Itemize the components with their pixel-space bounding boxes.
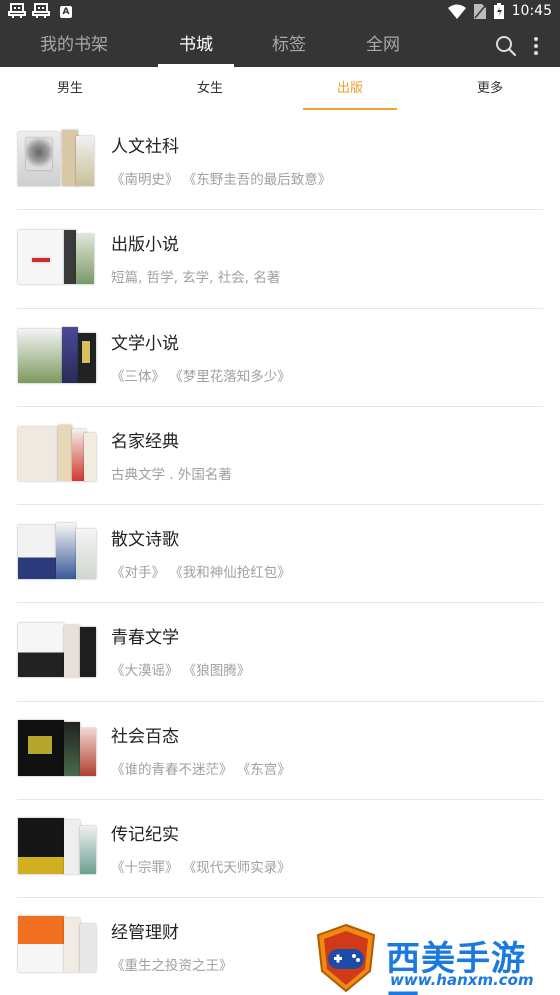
subtab-published[interactable]: 出版 (303, 67, 397, 110)
category-subtitle: 《十宗罪》 《现代天师实录》 (111, 860, 291, 877)
category-subtitle: 《谁的青春不迷茫》 《东宫》 (111, 761, 291, 778)
category-title: 青春文学 (111, 628, 179, 649)
category-tabs: 男生 女生 出版 更多 (0, 67, 560, 112)
category-row-biography[interactable]: 传记纪实 《十宗罪》 《现代天师实录》 (0, 800, 560, 899)
category-row-society[interactable]: 社会百态 《谁的青春不迷茫》 《东宫》 (0, 702, 560, 801)
book-cover-stack (18, 128, 94, 186)
category-subtitle: 古典文学 . 外国名著 (111, 466, 232, 483)
book-cover-stack (18, 325, 96, 383)
category-subtitle: 《大漠谣》 《狼图腾》 (111, 663, 251, 680)
category-title: 出版小说 (111, 235, 179, 256)
category-subtitle: 《对手》 《我和神仙抢红包》 (111, 565, 291, 582)
tab-whole-web[interactable]: 全网 (356, 25, 410, 67)
subtab-male[interactable]: 男生 (23, 67, 117, 110)
category-row-humanities[interactable]: 人文社科 《南明史》 《东野圭吾的最后致意》 (0, 112, 560, 211)
watermark-url: www.hanxm.com (390, 971, 534, 989)
gamepad-shield-icon (314, 923, 378, 993)
category-title: 文学小说 (111, 333, 179, 354)
category-title: 人文社科 (111, 137, 179, 157)
category-list: 人文社科 《南明史》 《东野圭吾的最后致意》 出版小说 短篇, 哲学, 玄学, … (0, 112, 560, 995)
category-row-literary-fiction[interactable]: 文学小说 《三体》 《梦里花落知多少》 (0, 309, 560, 407)
category-subtitle: 《三体》 《梦里花落知多少》 (111, 368, 291, 385)
subtab-female[interactable]: 女生 (163, 67, 257, 110)
watermark-logo: 西美手游网 www.hanxm.com (314, 923, 560, 995)
top-navigation: 我的书架 书城 标签 全网 (0, 25, 560, 67)
category-row-essays-poetry[interactable]: 散文诗歌 《对手》 《我和神仙抢红包》 (0, 505, 560, 604)
status-time: 10:45 (511, 3, 552, 19)
category-title: 传记纪实 (111, 825, 179, 846)
book-cover-stack (18, 423, 96, 481)
sim-icon (473, 3, 486, 19)
ghost-icon (8, 2, 26, 22)
tab-my-bookshelf[interactable]: 我的书架 (30, 25, 118, 67)
category-subtitle: 《南明史》 《东野圭吾的最后致意》 (111, 172, 332, 188)
wifi-icon (447, 4, 466, 19)
category-subtitle: 短篇, 哲学, 玄学, 社会, 名著 (111, 270, 281, 287)
tab-tags[interactable]: 标签 (262, 25, 316, 67)
a-badge-icon: A (60, 6, 72, 18)
book-cover-stack (18, 718, 96, 776)
book-cover-stack (18, 816, 96, 875)
book-cover-stack (18, 914, 96, 973)
search-icon[interactable] (495, 35, 517, 57)
book-cover-stack (18, 226, 94, 285)
category-title: 名家经典 (111, 431, 179, 452)
battery-icon (493, 3, 504, 19)
category-title: 经管理财 (111, 923, 179, 944)
category-title: 散文诗歌 (111, 530, 179, 551)
subtab-more[interactable]: 更多 (443, 67, 537, 110)
ghost-icon (32, 2, 50, 22)
category-row-published-fiction[interactable]: 出版小说 短篇, 哲学, 玄学, 社会, 名著 (0, 210, 560, 309)
category-row-classics[interactable]: 名家经典 古典文学 . 外国名著 (0, 407, 560, 506)
category-title: 社会百态 (111, 726, 179, 747)
more-vertical-icon[interactable] (529, 35, 543, 57)
status-bar: A 10:45 (0, 0, 560, 25)
category-row-youth-literature[interactable]: 青春文学 《大漠谣》 《狼图腾》 (0, 603, 560, 702)
tab-book-city[interactable]: 书城 (158, 25, 234, 67)
category-subtitle: 《重生之投资之王》 (111, 958, 233, 975)
book-cover-stack (18, 521, 96, 580)
book-cover-stack (18, 619, 96, 678)
